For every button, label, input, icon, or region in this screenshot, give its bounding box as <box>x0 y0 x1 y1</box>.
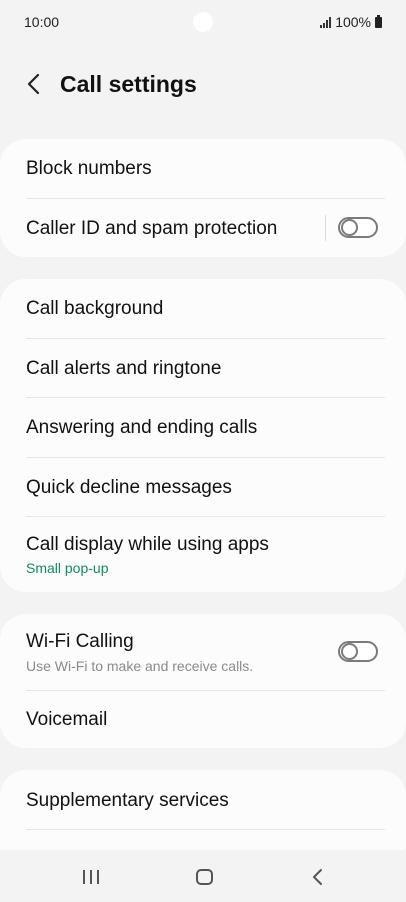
signal-icon <box>320 16 332 28</box>
recent-apps-icon[interactable] <box>83 870 99 884</box>
quick-decline-label: Quick decline messages <box>26 477 232 498</box>
battery-icon <box>375 14 382 28</box>
app-header: Call settings <box>0 60 406 110</box>
divider <box>26 829 385 830</box>
wifi-calling-toggle[interactable] <box>338 641 378 662</box>
system-nav-bar <box>0 850 406 902</box>
answering-label: Answering and ending calls <box>26 417 258 438</box>
settings-card-call-options: Call background Call alerts and ringtone… <box>0 279 406 592</box>
battery-percent: 100% <box>335 14 371 30</box>
call-alerts-label: Call alerts and ringtone <box>26 358 222 379</box>
settings-card-blocking: Block numbers Caller ID and spam protect… <box>0 139 406 257</box>
voicemail-label: Voicemail <box>26 709 108 730</box>
home-icon[interactable] <box>196 869 213 885</box>
call-background-item[interactable]: Call background <box>0 279 406 338</box>
camera-cutout <box>193 12 213 32</box>
vertical-separator <box>325 215 326 241</box>
supplementary-services-label: Supplementary services <box>26 790 229 811</box>
nav-back-icon[interactable] <box>310 867 324 887</box>
wifi-calling-label: Wi-Fi Calling <box>26 631 134 652</box>
status-indicators: 100% <box>320 14 382 30</box>
call-alerts-item[interactable]: Call alerts and ringtone <box>0 339 406 398</box>
caller-id-label: Caller ID and spam protection <box>26 218 278 239</box>
status-time: 10:00 <box>24 14 60 30</box>
call-background-label: Call background <box>26 298 164 319</box>
answering-item[interactable]: Answering and ending calls <box>0 398 406 457</box>
supplementary-services-item[interactable]: Supplementary services <box>0 770 406 829</box>
call-display-value: Small pop-up <box>26 560 109 576</box>
caller-id-toggle[interactable] <box>338 217 378 238</box>
settings-card-wifi-voicemail: Wi-Fi Calling Use Wi-Fi to make and rece… <box>0 614 406 748</box>
wifi-calling-item[interactable]: Wi-Fi Calling Use Wi-Fi to make and rece… <box>0 614 406 690</box>
back-arrow-icon[interactable] <box>22 72 46 96</box>
status-bar: 10:00 100% <box>0 0 406 44</box>
block-numbers-item[interactable]: Block numbers <box>0 139 406 198</box>
page-title: Call settings <box>60 71 197 97</box>
voicemail-item[interactable]: Voicemail <box>0 691 406 750</box>
call-display-label: Call display while using apps <box>26 534 269 555</box>
wifi-calling-description: Use Wi-Fi to make and receive calls. <box>26 658 254 674</box>
quick-decline-item[interactable]: Quick decline messages <box>0 458 406 517</box>
caller-id-item[interactable]: Caller ID and spam protection <box>0 199 406 258</box>
block-numbers-label: Block numbers <box>26 158 152 179</box>
call-display-item[interactable]: Call display while using apps Small pop-… <box>0 517 406 592</box>
